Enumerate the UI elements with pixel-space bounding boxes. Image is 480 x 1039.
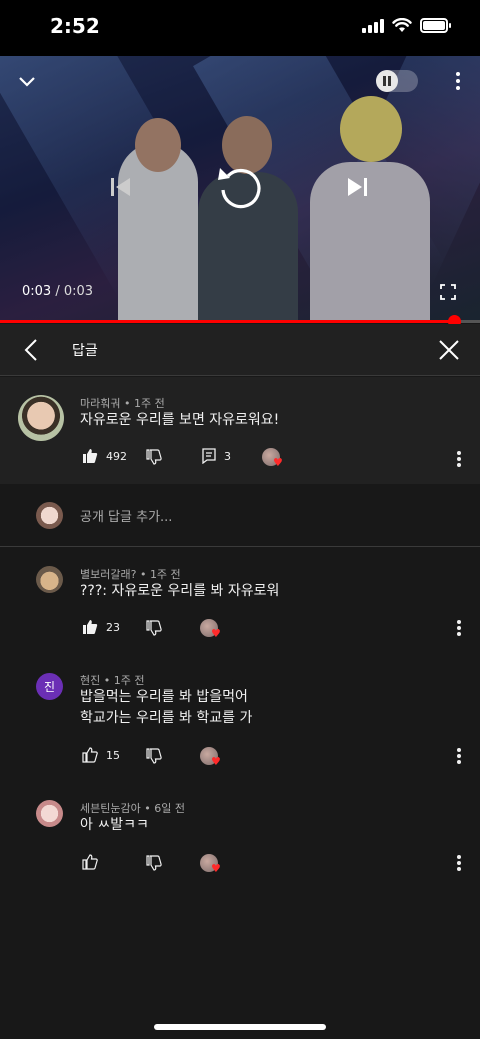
replies-button[interactable]: 3 [202,448,231,464]
video-progress-bar[interactable] [0,315,480,328]
user-avatar [36,502,63,529]
thumb-up-icon [83,449,98,463]
comment-author[interactable]: 별보러갈래? [80,568,136,581]
comment-author[interactable]: 마라훠궈 [80,397,120,410]
replies-title: 답글 [72,343,98,359]
back-icon[interactable] [22,338,40,362]
comment-text-line: 밥을먹는 우리를 봐 밥을먹어 [80,689,248,705]
comment-author[interactable]: 현진 [80,674,100,687]
comment-age: 6일 전 [154,802,185,815]
comment-meta: 현진 • 1주 전 [80,674,145,687]
close-icon[interactable] [438,339,460,361]
heart-icon: ♥ [273,456,283,469]
replay-icon[interactable] [214,162,266,212]
comment-text-line: 학교가는 우리를 봐 학교를 가 [80,710,253,726]
like-count: 15 [106,748,120,762]
reply-icon [202,448,216,464]
more-vert-icon[interactable] [452,70,464,92]
comment-menu-icon[interactable] [457,620,461,636]
battery-icon [420,18,451,33]
comment-text: ???: 자유로운 우리를 봐 자유로워 [80,583,280,599]
comment-text: 자유로운 우리를 보면 자유로워요! [80,412,280,428]
comment-menu-icon[interactable] [457,451,461,467]
thumb-down-icon[interactable] [146,748,162,764]
thumb-up-icon [82,854,98,870]
current-time: 0:03 [22,284,52,299]
wifi-icon [392,18,412,32]
heart-icon: ♥ [211,862,221,875]
add-reply-input[interactable]: 공개 답글 추가... [80,506,172,525]
fullscreen-icon[interactable] [440,284,456,300]
comment-meta: 세븐틴눈감아 • 6일 전 [80,802,185,815]
like-count: 492 [106,449,127,463]
avatar[interactable] [18,395,64,441]
thumb-up-icon [82,747,98,763]
thumb-down-icon[interactable] [146,449,162,465]
thumb-down-icon[interactable] [146,855,162,871]
comment-author[interactable]: 세븐틴눈감아 [80,802,141,815]
comment-age: 1주 전 [113,674,145,687]
creator-heart-badge: ♥ [200,619,222,641]
heart-icon: ♥ [211,755,221,768]
avatar[interactable] [36,566,63,593]
progress-fill [0,320,454,323]
status-icons [362,18,451,33]
thumb-up-icon [83,620,98,634]
comment-age: 1주 전 [133,397,165,410]
previous-icon[interactable] [108,176,132,198]
comment-text: 아 ㅆ발ㅋㅋ [80,817,149,833]
like-button[interactable]: 15 [82,747,120,763]
video-time: 0:03 / 0:03 [22,284,94,299]
avatar[interactable] [36,800,63,827]
thumb-down-icon[interactable] [146,620,162,636]
like-button[interactable]: 492 [82,448,127,464]
like-count: 23 [106,620,120,634]
comment-age: 1주 전 [149,568,181,581]
comment-meta: 별보러갈래? • 1주 전 [80,568,181,581]
status-bar: 2:52 [0,0,480,56]
like-button[interactable]: 23 [82,619,120,635]
like-button[interactable] [82,854,106,870]
parent-comment: 마라훠궈 • 1주 전 자유로운 우리를 보면 자유로워요! 492 3 ♥ [0,377,480,484]
replies-header: 답글 [0,324,480,376]
cellular-signal-icon [362,18,384,33]
next-icon[interactable] [346,176,370,198]
collapse-icon[interactable] [16,70,38,92]
autoplay-toggle[interactable] [376,70,418,92]
comment-meta: 마라훠궈 • 1주 전 [80,397,165,410]
heart-icon: ♥ [211,627,221,640]
avatar-letter: 진 [43,680,56,694]
pause-icon [376,70,398,92]
status-time: 2:52 [50,14,100,38]
duration: 0:03 [63,284,94,299]
home-indicator[interactable] [154,1024,326,1030]
creator-heart-badge: ♥ [262,448,284,470]
avatar[interactable]: 진 [36,673,63,700]
comment-menu-icon[interactable] [457,855,461,871]
creator-heart-badge: ♥ [200,854,222,876]
comment-menu-icon[interactable] [457,748,461,764]
video-player[interactable]: 0:03 / 0:03 [0,56,480,322]
add-reply-row[interactable]: 공개 답글 추가... [0,484,480,547]
creator-heart-badge: ♥ [200,747,222,769]
reply-count: 3 [224,449,231,463]
